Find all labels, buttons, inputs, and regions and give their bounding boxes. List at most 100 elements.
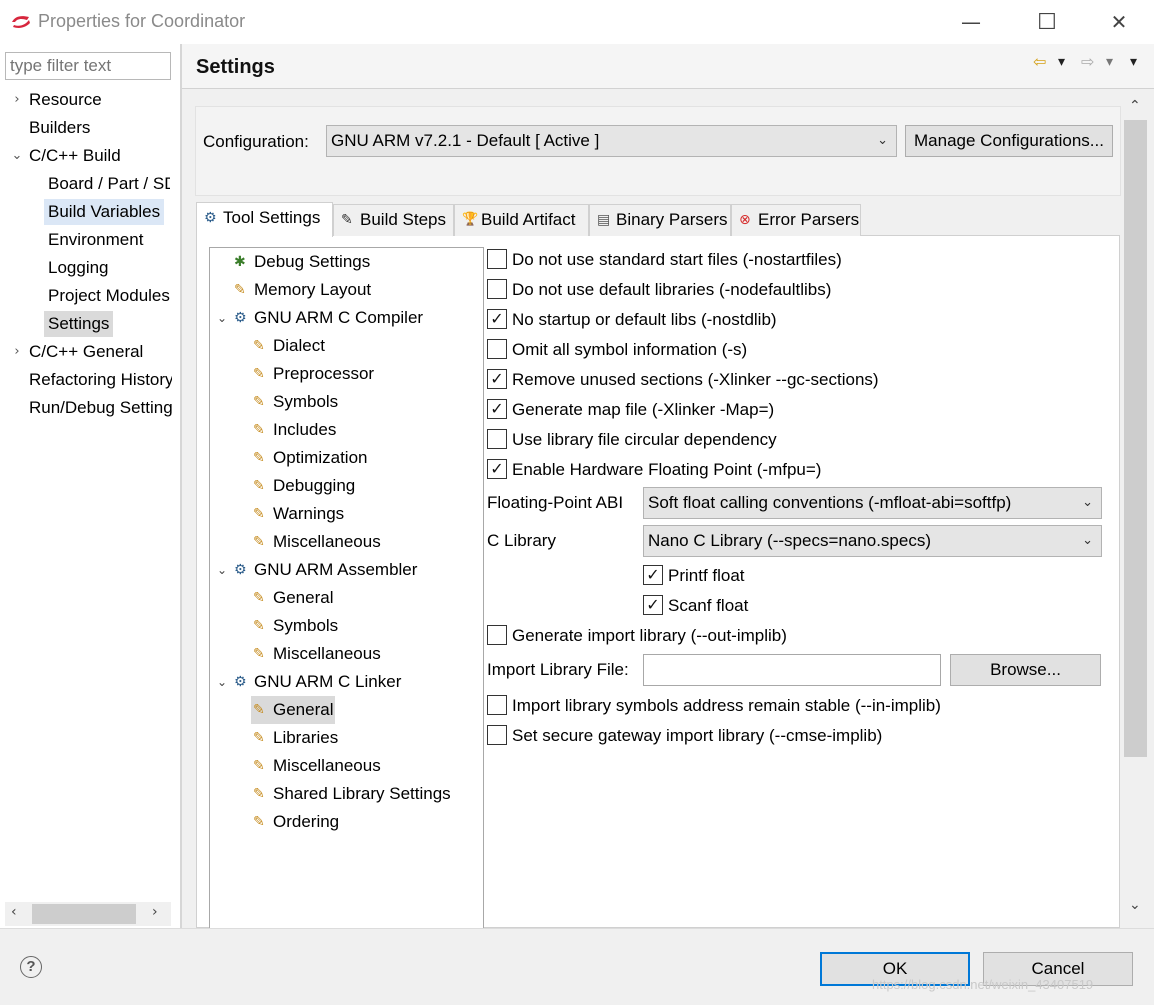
expand-icon[interactable]: › (10, 87, 24, 113)
tab-error-parsers[interactable]: ⊗ Error Parsers (731, 204, 861, 236)
tree-item-ordering[interactable]: ✎ Ordering (210, 808, 482, 836)
in-implib-checkbox[interactable]: Import library symbols address remain st… (487, 693, 1107, 723)
tree-item-includes[interactable]: ✎ Includes (210, 416, 482, 444)
collapse-icon[interactable]: ⌄ (217, 668, 227, 696)
scroll-down-icon[interactable]: ⌄ (1129, 897, 1141, 913)
nav-item-settings[interactable]: Settings (0, 311, 180, 337)
forward-arrow-icon[interactable]: ⇨ (1081, 52, 1094, 71)
nav-item-environment[interactable]: Environment (0, 227, 180, 253)
tree-item-symbols[interactable]: ✎ Symbols (210, 388, 482, 416)
tree-item-debugging[interactable]: ✎ Debugging (210, 472, 482, 500)
view-menu-icon[interactable]: ▾ (1130, 54, 1137, 70)
tab-binary-parsers[interactable]: ▤ Binary Parsers (589, 204, 731, 236)
checkmark-icon[interactable]: ✓ (643, 565, 663, 585)
nav-item-board-part[interactable]: Board / Part / SDK (0, 171, 170, 197)
scroll-up-icon[interactable]: ⌃ (1129, 98, 1141, 114)
map-file-checkbox[interactable]: ✓ Generate map file (-Xlinker -Map=) (487, 397, 1107, 427)
tree-item-linker-miscellaneous[interactable]: ✎ Miscellaneous (210, 752, 482, 780)
tab-label: Build Steps (360, 210, 446, 229)
nostdlib-checkbox[interactable]: ✓ No startup or default libs (-nostdlib) (487, 307, 1107, 337)
settings-page-icon: ✎ (253, 646, 265, 662)
checkmark-icon[interactable]: ✓ (487, 459, 507, 479)
hardware-float-checkbox[interactable]: ✓ Enable Hardware Floating Point (-mfpu=… (487, 457, 1107, 487)
nav-item-cpp-general[interactable]: › C/C++ General (0, 339, 180, 365)
c-library-select[interactable]: Nano C Library (--specs=nano.specs) ⌄ (643, 525, 1102, 557)
manage-configurations-button[interactable]: Manage Configurations... (905, 125, 1113, 157)
omit-symbols-checkbox[interactable]: Omit all symbol information (-s) (487, 337, 1107, 367)
checkbox-box[interactable] (487, 725, 507, 745)
tree-item-dialect[interactable]: ✎ Dialect (210, 332, 482, 360)
checkbox-box[interactable] (487, 695, 507, 715)
tab-build-steps[interactable]: ✎ Build Steps (333, 204, 454, 236)
scroll-left-icon[interactable]: ‹ (11, 904, 17, 920)
tree-item-debug-settings[interactable]: ✱ Debug Settings (210, 248, 482, 276)
checkmark-icon[interactable]: ✓ (643, 595, 663, 615)
tree-item-assembler-symbols[interactable]: ✎ Symbols (210, 612, 482, 640)
scrollbar-thumb[interactable] (32, 904, 136, 924)
checkbox-label: Scanf float (668, 596, 749, 615)
float-abi-select[interactable]: Soft float calling conventions (-mfloat-… (643, 487, 1102, 519)
tree-item-assembler-miscellaneous[interactable]: ✎ Miscellaneous (210, 640, 482, 668)
checkbox-box[interactable] (487, 249, 507, 269)
nav-horizontal-scrollbar[interactable]: ‹ › (5, 902, 171, 926)
checkbox-box[interactable] (487, 429, 507, 449)
tab-tool-settings[interactable]: ⚙ Tool Settings (196, 202, 333, 237)
nostartfiles-checkbox[interactable]: Do not use standard start files (-nostar… (487, 247, 1107, 277)
back-arrow-icon[interactable]: ⇦ (1033, 52, 1046, 71)
import-library-file-input[interactable] (643, 654, 941, 686)
tree-item-linker-libraries[interactable]: ✎ Libraries (210, 724, 482, 752)
tree-item-c-compiler[interactable]: ⌄ ⚙ GNU ARM C Compiler (210, 304, 482, 332)
configuration-select[interactable]: GNU ARM v7.2.1 - Default [ Active ] ⌄ (326, 125, 897, 157)
scrollbar-thumb[interactable] (1124, 120, 1147, 757)
help-icon[interactable]: ? (20, 956, 42, 978)
nav-item-refactoring-history[interactable]: Refactoring History (0, 367, 172, 393)
tree-item-label: Miscellaneous (273, 532, 381, 551)
tree-item-linker[interactable]: ⌄ ⚙ GNU ARM C Linker (210, 668, 482, 696)
forward-menu-icon[interactable]: ▾ (1106, 54, 1113, 70)
app-logo-icon (10, 13, 31, 30)
tree-item-shared-library-settings[interactable]: ✎ Shared Library Settings (210, 780, 482, 808)
expand-icon[interactable]: › (10, 339, 24, 365)
nav-item-logging[interactable]: Logging (0, 255, 180, 281)
checkbox-box[interactable] (487, 625, 507, 645)
tree-item-preprocessor[interactable]: ✎ Preprocessor (210, 360, 482, 388)
back-menu-icon[interactable]: ▾ (1058, 54, 1065, 70)
gc-sections-checkbox[interactable]: ✓ Remove unused sections (-Xlinker --gc-… (487, 367, 1107, 397)
checkmark-icon[interactable]: ✓ (487, 309, 507, 329)
nav-item-build-variables[interactable]: Build Variables (0, 199, 180, 225)
checkmark-icon[interactable]: ✓ (487, 369, 507, 389)
checkbox-box[interactable] (487, 279, 507, 299)
collapse-icon[interactable]: ⌄ (10, 143, 24, 169)
tree-item-linker-general[interactable]: ✎ General (210, 696, 482, 724)
tree-item-memory-layout[interactable]: ✎ Memory Layout (210, 276, 482, 304)
printf-float-checkbox[interactable]: ✓ Printf float (643, 563, 943, 593)
checkmark-icon[interactable]: ✓ (487, 399, 507, 419)
tree-item-assembler[interactable]: ⌄ ⚙ GNU ARM Assembler (210, 556, 482, 584)
tree-item-label: Warnings (273, 504, 345, 523)
nav-item-cpp-build[interactable]: ⌄ C/C++ Build (0, 143, 180, 169)
scroll-right-icon[interactable]: › (152, 904, 158, 920)
nav-item-resource[interactable]: › Resource (0, 87, 180, 113)
tree-item-compiler-miscellaneous[interactable]: ✎ Miscellaneous (210, 528, 482, 556)
tree-item-warnings[interactable]: ✎ Warnings (210, 500, 482, 528)
scanf-float-checkbox[interactable]: ✓ Scanf float (643, 593, 943, 623)
collapse-icon[interactable]: ⌄ (217, 556, 227, 584)
collapse-icon[interactable]: ⌄ (217, 304, 227, 332)
out-implib-checkbox[interactable]: Generate import library (--out-implib) (487, 623, 1107, 653)
tree-item-assembler-general[interactable]: ✎ General (210, 584, 482, 612)
tab-build-artifact[interactable]: 🏆 Build Artifact (454, 204, 589, 236)
tree-item-optimization[interactable]: ✎ Optimization (210, 444, 482, 472)
browse-button[interactable]: Browse... (950, 654, 1101, 686)
cmse-implib-checkbox[interactable]: Set secure gateway import library (--cms… (487, 723, 1107, 753)
nav-item-builders[interactable]: Builders (0, 115, 180, 141)
page-vertical-scrollbar[interactable]: ⌃ ⌄ (1123, 95, 1149, 923)
minimize-button[interactable]: — (946, 0, 996, 44)
checkbox-box[interactable] (487, 339, 507, 359)
circular-dependency-checkbox[interactable]: Use library file circular dependency (487, 427, 1107, 457)
close-button[interactable]: ✕ (1094, 0, 1144, 44)
nav-item-project-modules[interactable]: Project Modules (0, 283, 172, 309)
filter-input[interactable] (5, 52, 171, 80)
maximize-button[interactable]: ☐ (1022, 0, 1072, 44)
nodefaultlibs-checkbox[interactable]: Do not use default libraries (-nodefault… (487, 277, 1107, 307)
nav-item-run-debug-settings[interactable]: Run/Debug Settings (0, 395, 172, 421)
